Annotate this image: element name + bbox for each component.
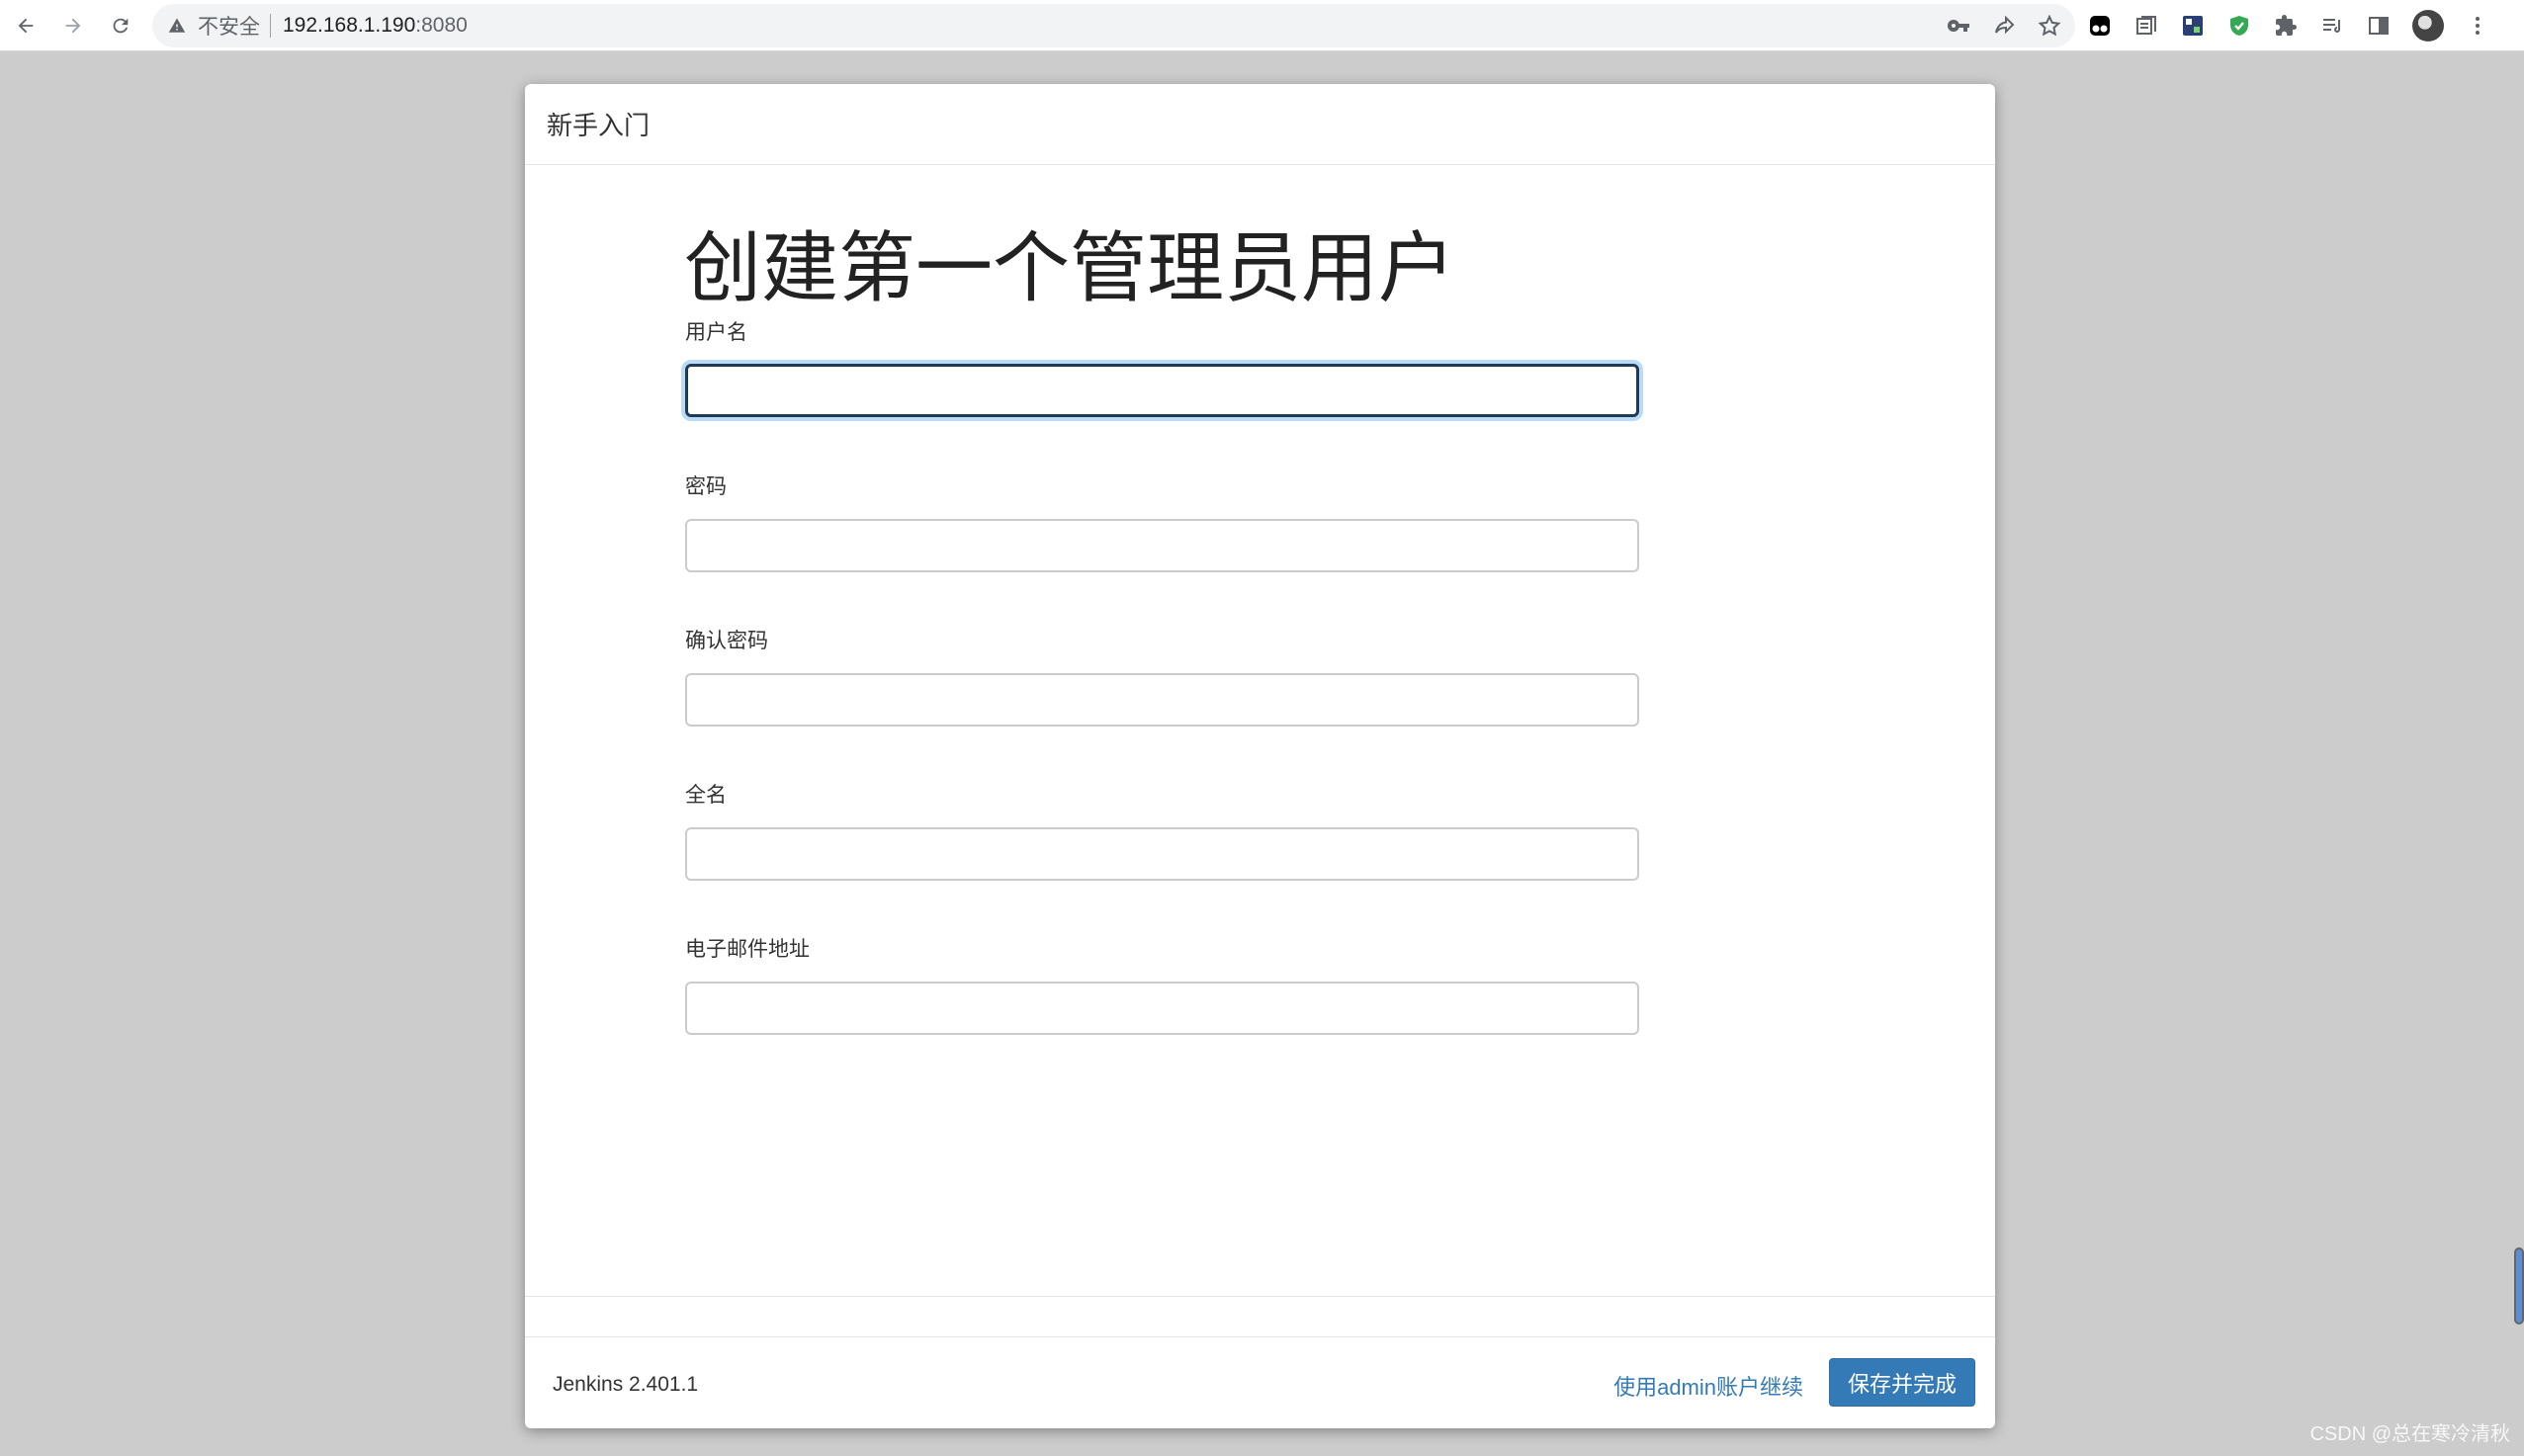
extension-icons: [2087, 9, 2490, 42]
continue-as-admin-link[interactable]: 使用admin账户继续: [1613, 1370, 1803, 1402]
qr-extension-icon[interactable]: [2180, 13, 2206, 39]
dialog-body: 创建第一个管理员用户 用户名 密码 确认密码 全名 电子邮件地址: [525, 165, 1995, 1297]
omnibox-divider: [270, 13, 271, 38]
email-label: 电子邮件地址: [685, 938, 810, 961]
full-name-field[interactable]: [685, 827, 1639, 881]
address-bar[interactable]: 不安全 192.168.1.190 :8080: [152, 3, 2075, 47]
puzzle-icon[interactable]: [2273, 13, 2299, 39]
dialog-header: 新手入门: [525, 84, 1995, 165]
forward-arrow-icon[interactable]: [49, 2, 97, 49]
dialog-title: 新手入门: [547, 111, 651, 140]
browser-toolbar: 不安全 192.168.1.190 :8080: [0, 0, 2524, 51]
avatar[interactable]: [2412, 9, 2444, 42]
scrollbar-thumb[interactable]: [2514, 1247, 2524, 1325]
dialog-footer: Jenkins 2.401.1 使用admin账户继续 保存并完成: [525, 1336, 1995, 1428]
security-label[interactable]: 不安全: [198, 11, 260, 41]
url-host[interactable]: 192.168.1.190: [283, 14, 415, 38]
password-field[interactable]: [685, 519, 1639, 572]
watermark: CSDN @总在寒冷清秋: [2309, 1423, 2510, 1445]
reading-list-icon[interactable]: [2319, 13, 2345, 39]
shield-extension-icon[interactable]: [2226, 13, 2252, 39]
save-and-finish-button[interactable]: 保存并完成: [1828, 1358, 1975, 1407]
back-arrow-icon[interactable]: [2, 2, 49, 49]
side-panel-icon[interactable]: [2366, 13, 2392, 39]
email-field[interactable]: [685, 982, 1639, 1035]
share-icon[interactable]: [1992, 14, 2016, 38]
warning-icon[interactable]: [168, 16, 188, 36]
reload-icon[interactable]: [97, 2, 144, 49]
username-field[interactable]: [685, 364, 1639, 417]
setup-wizard-dialog: 新手入门 创建第一个管理员用户 用户名 密码 确认密码 全名 电子邮件地址 Je…: [525, 84, 1995, 1428]
star-icon[interactable]: [2038, 14, 2061, 38]
tampermonkey-extension-icon[interactable]: [2087, 13, 2113, 39]
username-label: 用户名: [685, 321, 747, 344]
full-name-label: 全名: [685, 784, 727, 807]
omnibox-actions: [1947, 4, 2061, 47]
confirm-password-field[interactable]: [685, 673, 1639, 727]
url-port[interactable]: :8080: [415, 14, 468, 38]
tabs-extension-icon[interactable]: [2133, 13, 2159, 39]
key-icon[interactable]: [1947, 14, 1970, 38]
kebab-menu-icon[interactable]: [2465, 13, 2490, 39]
confirm-password-label: 确认密码: [685, 630, 768, 652]
page-title: 创建第一个管理员用户: [684, 224, 1456, 313]
version-label: Jenkins 2.401.1: [553, 1373, 699, 1396]
password-label: 密码: [685, 475, 727, 498]
